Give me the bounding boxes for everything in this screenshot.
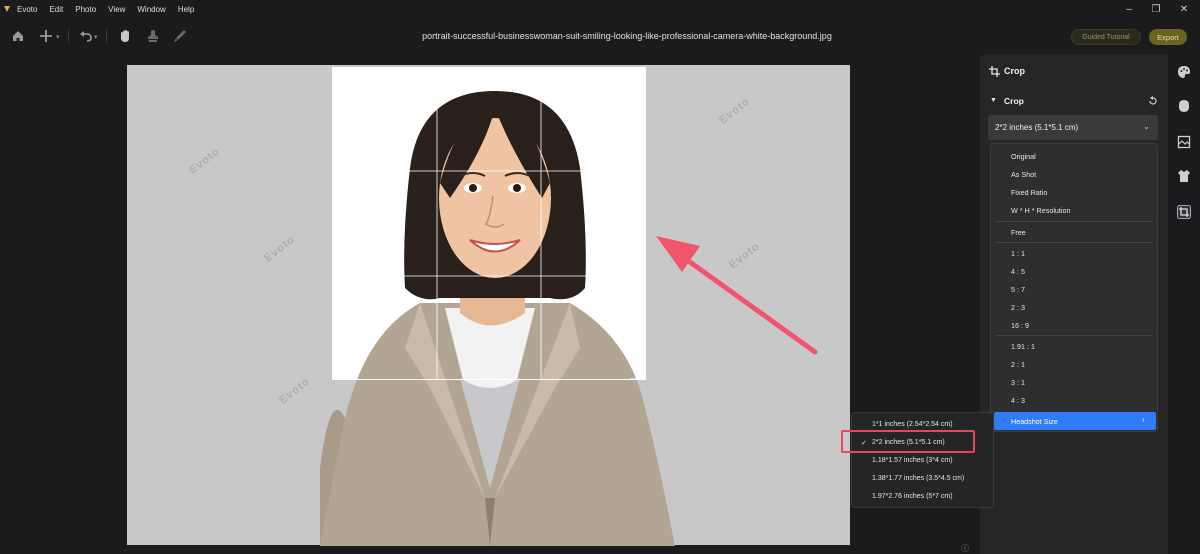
dropdown-item-fixed-ratio[interactable]: Fixed Ratio [1011,188,1047,197]
watermark: Evoto [277,375,313,407]
watermark: Evoto [187,145,223,177]
crop-grid [332,67,646,380]
clothing-icon[interactable] [1176,168,1192,184]
stamp-icon[interactable] [145,28,161,44]
dropdown-item-4-3[interactable]: 4 : 3 [1011,396,1025,405]
dropdown-item-as-shot[interactable]: As Shot [1011,170,1036,179]
home-icon[interactable] [10,28,26,44]
menu-bar: Evoto Edit Photo View Window Help [0,0,1200,18]
right-tool-strip [1168,54,1200,554]
menu-photo[interactable]: Photo [75,5,96,14]
palette-icon[interactable] [1176,64,1192,80]
dropdown-item-3-1[interactable]: 3 : 1 [1011,378,1025,387]
watermark: Evoto [717,95,753,127]
info-icon[interactable]: ⓘ [961,543,969,554]
menu-edit[interactable]: Edit [49,5,63,14]
chevron-right-icon: › [1142,415,1145,424]
dropdown-item-4-5[interactable]: 4 : 5 [1011,267,1025,276]
dropdown-item-free[interactable]: Free [1011,228,1026,237]
panel-title: Crop [1004,66,1025,76]
dropdown-divider [995,242,1153,243]
menu-help[interactable]: Help [178,5,194,14]
toolbar-divider [106,29,107,43]
headshot-size-submenu: 1*1 inches (2.54*2.54 cm) ✓ 2*2 inches (… [851,412,994,508]
evoto-logo-icon [4,6,10,12]
submenu-item-1x1[interactable]: 1*1 inches (2.54*2.54 cm) [872,421,953,428]
submenu-item-5x7[interactable]: 1.97*2.76 inches (5*7 cm) [872,493,953,500]
add-caret-icon[interactable]: ▾ [56,33,60,41]
menu-view[interactable]: View [108,5,125,14]
crop-tool-icon[interactable] [1176,204,1192,220]
dropdown-item-2-3[interactable]: 2 : 3 [1011,303,1025,312]
dropdown-item-headshot-label[interactable]: Headshot Size [1011,417,1058,426]
dropdown-item-5-7[interactable]: 5 : 7 [1011,285,1025,294]
dropdown-item-16-9[interactable]: 16 : 9 [1011,321,1029,330]
minimize-icon[interactable]: – [1115,0,1143,18]
undo-icon[interactable] [78,28,94,44]
background-icon[interactable] [1176,134,1192,150]
toolbar-divider [68,29,69,43]
undo-caret-icon[interactable]: ▾ [94,33,98,41]
dropdown-divider [995,335,1153,336]
annotation-highlight-box [841,430,975,453]
collapse-icon[interactable]: ▼ [990,97,997,104]
chevron-down-icon: ⌄ [1143,122,1150,131]
guided-tutorial-button[interactable]: Guided Tutorial [1071,29,1141,45]
face-icon[interactable] [1176,98,1192,114]
dropdown-item-1-91-1[interactable]: 1.91 : 1 [1011,342,1035,351]
dropdown-item-resolution[interactable]: W * H * Resolution [1011,206,1071,215]
reset-icon[interactable] [1148,96,1158,106]
dropdown-item-original[interactable]: Original [1011,152,1036,161]
submenu-item-3x4[interactable]: 1.18*1.57 inches (3*4 cm) [872,457,953,464]
section-title[interactable]: Crop [1004,96,1024,106]
watermark: Evoto [262,233,298,265]
crop-size-value: 2*2 inches (5.1*5.1 cm) [995,123,1079,132]
dropdown-item-1-1[interactable]: 1 : 1 [1011,249,1025,258]
file-name: portrait-successful-businesswoman-suit-s… [422,31,832,41]
crop-icon [989,66,1000,77]
brush-icon[interactable] [172,28,188,44]
crop-size-dropdown: Original As Shot Fixed Ratio W * H * Res… [990,143,1158,432]
dropdown-divider [995,221,1153,222]
maximize-icon[interactable]: ❐ [1142,0,1170,18]
export-button[interactable]: Export [1149,29,1187,45]
menu-window[interactable]: Window [137,5,165,14]
dropdown-item-2-1[interactable]: 2 : 1 [1011,360,1025,369]
hand-icon[interactable] [117,28,133,44]
crop-size-select[interactable]: 2*2 inches (5.1*5.1 cm) ⌄ [988,115,1158,140]
watermark: Evoto [727,240,763,272]
submenu-item-3-5x4-5[interactable]: 1.38*1.77 inches (3.5*4.5 cm) [872,475,964,482]
add-icon[interactable] [38,28,54,44]
close-icon[interactable]: ✕ [1170,0,1198,18]
menu-evoto[interactable]: Evoto [17,5,37,14]
